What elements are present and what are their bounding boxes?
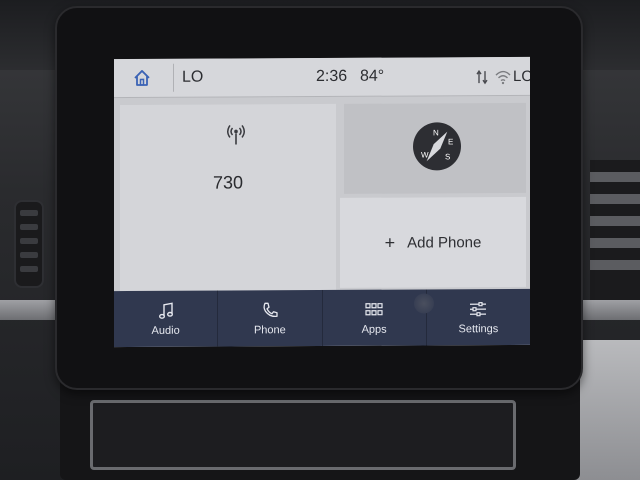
wifi-icon bbox=[495, 70, 511, 85]
nav-settings-label: Settings bbox=[458, 322, 499, 335]
infotainment-screen: LO 2:36 84° LO 730 N E S W + Add Phone A… bbox=[114, 56, 530, 348]
compass-s: S bbox=[445, 152, 450, 161]
passenger-temp-setting[interactable]: LO bbox=[513, 68, 530, 85]
outside-temperature: 84° bbox=[360, 67, 385, 85]
plus-icon: + bbox=[384, 232, 396, 253]
clock: 2:36 bbox=[316, 67, 348, 86]
data-transfer-icon bbox=[476, 69, 488, 85]
nav-apps[interactable]: Apps bbox=[322, 289, 427, 346]
add-phone-button[interactable]: + Add Phone bbox=[340, 196, 526, 288]
phone-icon bbox=[263, 302, 278, 317]
radio-tile[interactable]: 730 bbox=[120, 103, 336, 292]
compass-w: W bbox=[421, 150, 429, 159]
settings-sliders-icon bbox=[470, 301, 487, 316]
compass-e: E bbox=[448, 137, 453, 146]
console-tray bbox=[90, 400, 516, 470]
home-button[interactable] bbox=[120, 63, 174, 93]
left-air-vent bbox=[14, 200, 44, 288]
radio-station: 730 bbox=[212, 172, 244, 193]
music-note-icon bbox=[158, 301, 173, 319]
driver-temp-setting[interactable]: LO bbox=[182, 69, 203, 87]
screen-glare bbox=[414, 293, 434, 314]
bottom-nav-bar: Audio Phone Apps Settings bbox=[114, 288, 530, 348]
home-icon bbox=[134, 70, 150, 86]
status-bar: LO 2:36 84° LO bbox=[114, 56, 530, 99]
apps-grid-icon bbox=[365, 302, 383, 315]
nav-apps-label: Apps bbox=[361, 323, 387, 336]
nav-settings[interactable]: Settings bbox=[427, 289, 530, 346]
nav-phone-label: Phone bbox=[253, 323, 286, 336]
compass-icon: N E S W bbox=[413, 122, 461, 171]
right-air-vent bbox=[590, 160, 640, 300]
compass-tile[interactable]: N E S W bbox=[344, 102, 526, 194]
add-phone-label: Add Phone bbox=[407, 233, 482, 252]
nav-audio-label: Audio bbox=[151, 324, 180, 337]
nav-phone[interactable]: Phone bbox=[218, 289, 323, 347]
nav-audio[interactable]: Audio bbox=[114, 290, 219, 348]
compass-n: N bbox=[433, 128, 439, 137]
antenna-icon bbox=[227, 124, 245, 145]
